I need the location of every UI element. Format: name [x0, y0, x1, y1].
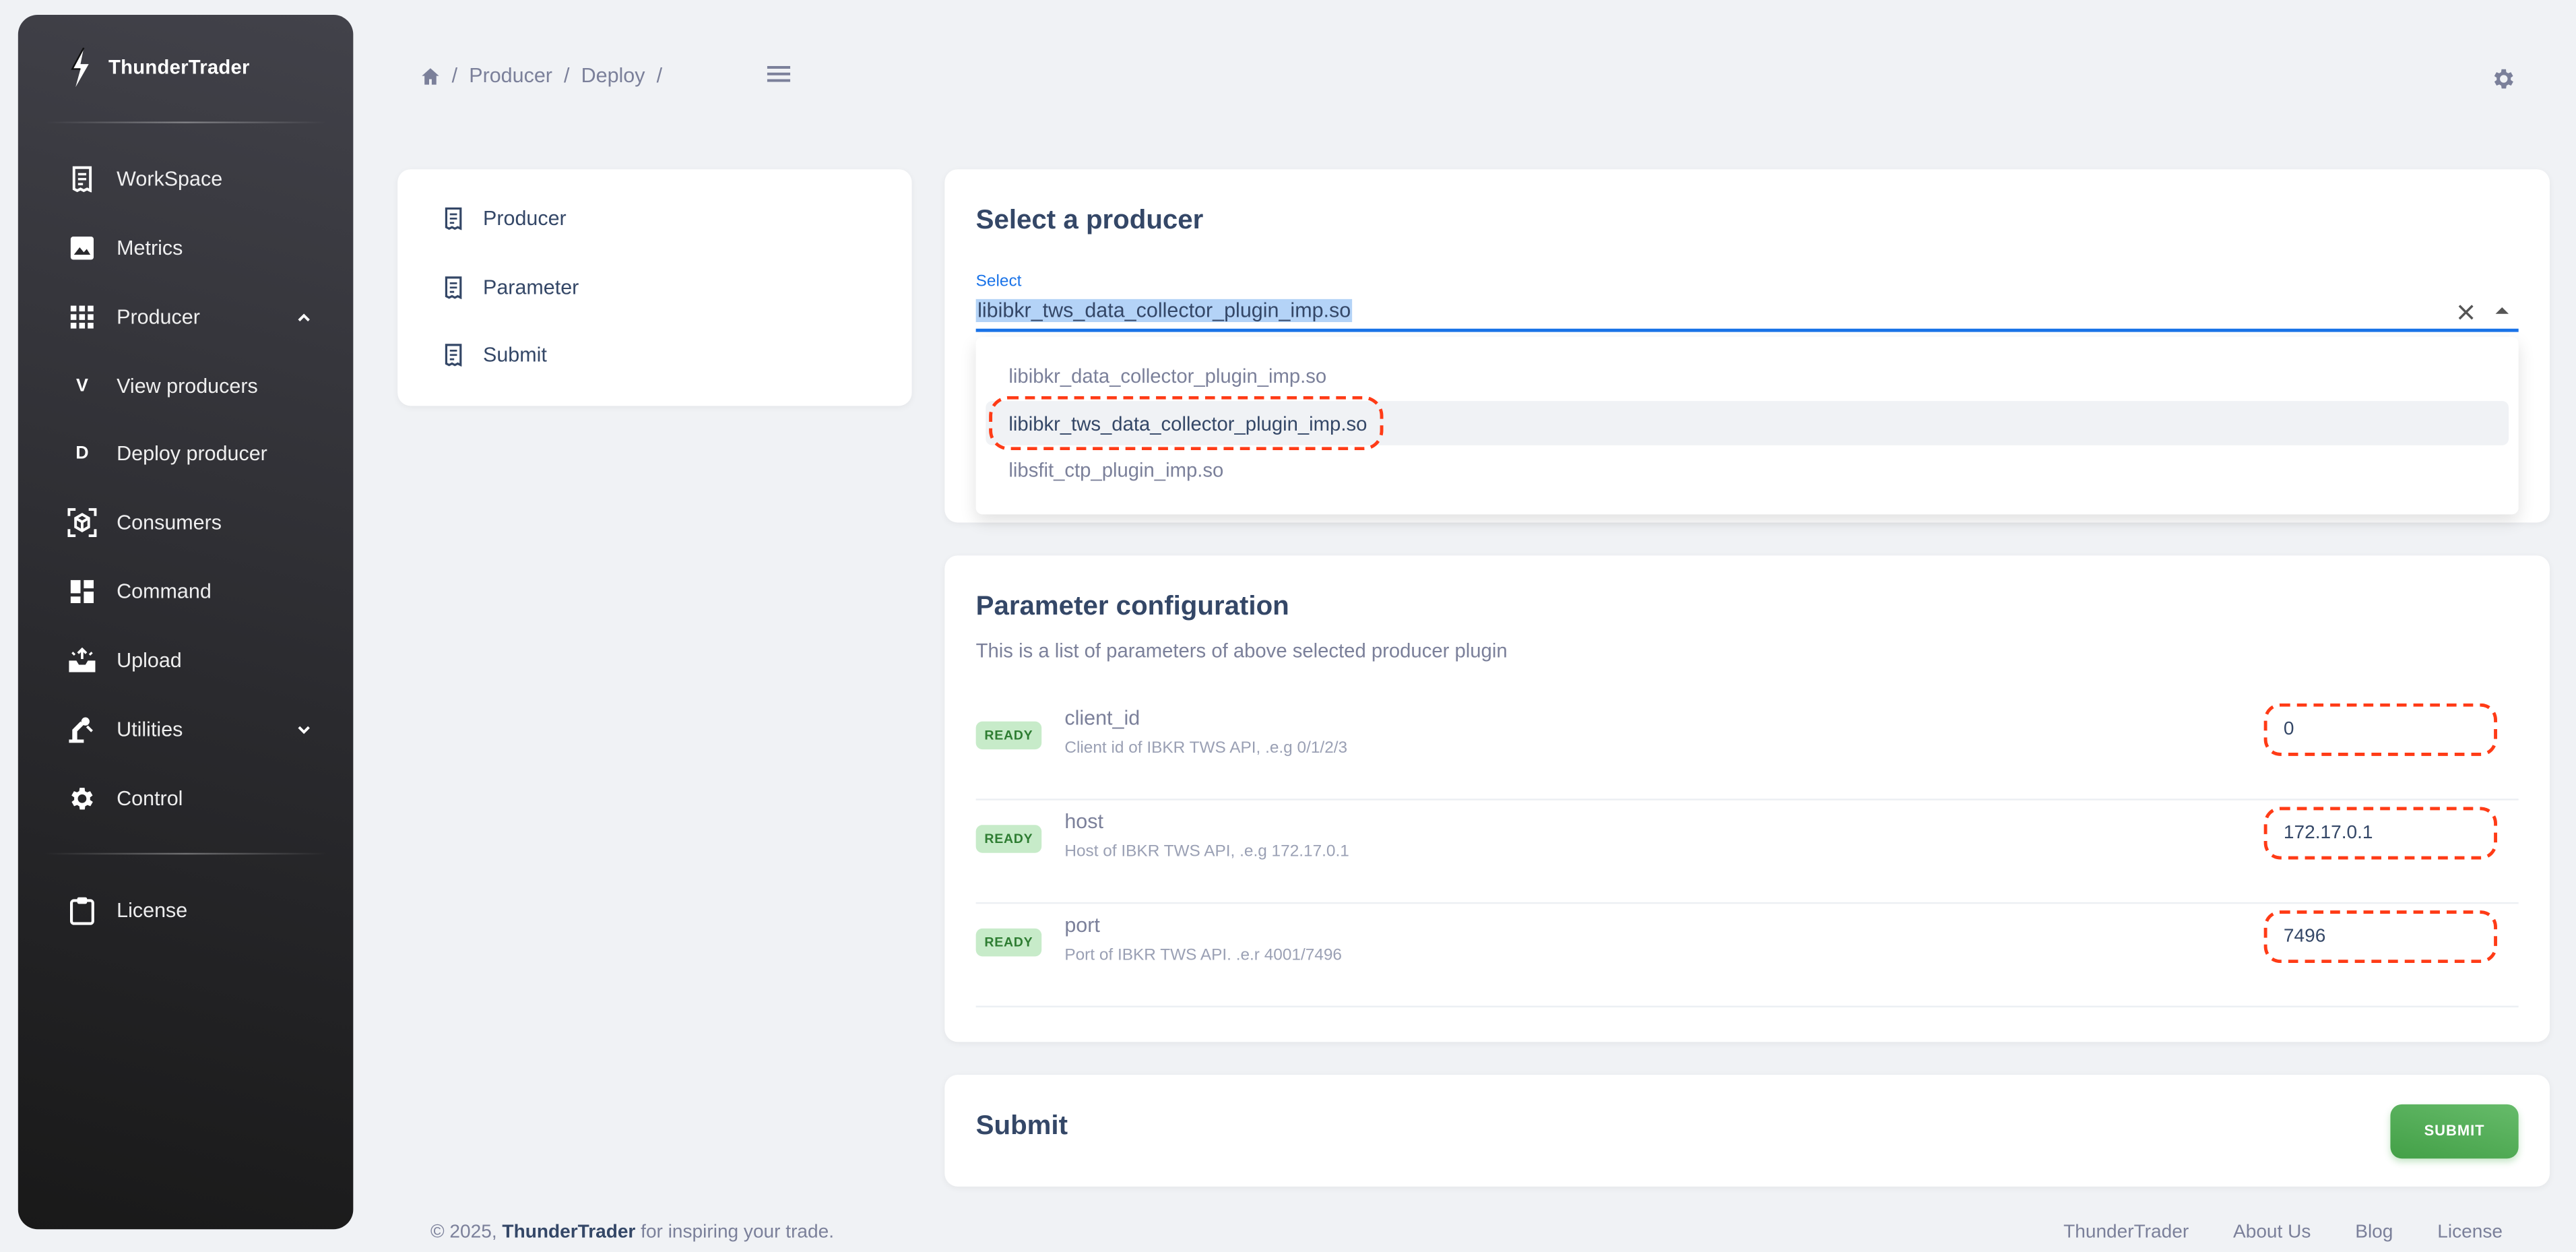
- footer-link-blog[interactable]: Blog: [2355, 1222, 2393, 1242]
- footer-link-thundertrader[interactable]: ThunderTrader: [2063, 1222, 2189, 1242]
- step-submit[interactable]: Submit: [442, 338, 547, 371]
- breadcrumb-item-deploy[interactable]: Deploy: [581, 64, 645, 87]
- status-badge: READY: [975, 721, 1042, 750]
- breadcrumb-separator: /: [564, 64, 570, 88]
- param-row-port: READY port Port of IBKR TWS API. .e.r 40…: [975, 904, 2519, 1007]
- footer-link-about-us[interactable]: About Us: [2233, 1222, 2311, 1242]
- footer-copyright: © 2025, ThunderTrader for inspiring your…: [430, 1222, 834, 1242]
- param-description: Client id of IBKR TWS API, .e.g 0/1/2/3: [1064, 739, 1348, 758]
- sidebar-item-view-producers[interactable]: V View producers: [67, 363, 314, 409]
- param-description: Port of IBKR TWS API. .e.r 4001/7496: [1064, 946, 1343, 965]
- receipt-icon: [445, 276, 462, 299]
- producer-select[interactable]: libibkr_tws_data_collector_plugin_imp.so: [975, 294, 2519, 332]
- select-label: Select: [975, 272, 1022, 291]
- receipt-icon: [445, 207, 462, 230]
- breadcrumb-item-producer[interactable]: Producer: [469, 64, 552, 87]
- footer-links: ThunderTrader About Us Blog License: [2063, 1222, 2503, 1242]
- sidebar: ThunderTrader WorkSpace Metrics Producer…: [18, 14, 354, 1230]
- status-badge: READY: [975, 825, 1042, 853]
- status-badge: READY: [975, 928, 1042, 957]
- settings-icon[interactable]: [2490, 66, 2517, 92]
- step-label: Submit: [483, 343, 547, 367]
- footer-brand[interactable]: ThunderTrader: [502, 1222, 635, 1242]
- sidebar-divider: [44, 121, 327, 123]
- precision-tool-icon: [67, 715, 97, 745]
- param-name: host: [1064, 810, 1103, 834]
- sidebar-item-consumers[interactable]: Consumers: [67, 499, 314, 545]
- step-label: Parameter: [483, 276, 579, 299]
- card-title: Parameter configuration: [975, 591, 1289, 621]
- clipboard-icon: [67, 896, 97, 925]
- nav-letter-badge: D: [75, 443, 89, 464]
- steps-card: Producer Parameter Submit: [397, 169, 912, 406]
- gear-icon: [67, 784, 97, 813]
- receipt-icon: [67, 164, 97, 194]
- inbox-upload-icon: [67, 646, 97, 675]
- sidebar-item-label: Utilities: [117, 718, 183, 741]
- sidebar-item-label: Deploy producer: [117, 442, 267, 466]
- sidebar-item-utilities[interactable]: Utilities: [67, 707, 314, 753]
- receipt-icon: [445, 344, 462, 367]
- sidebar-item-upload[interactable]: Upload: [67, 637, 314, 683]
- nav-letter-badge: V: [75, 376, 88, 396]
- caret-up-icon[interactable]: [2494, 304, 2510, 317]
- chevron-up-icon[interactable]: [294, 307, 314, 327]
- param-row-client-id: READY client_id Client id of IBKR TWS AP…: [975, 697, 2519, 801]
- sidebar-item-control[interactable]: Control: [67, 776, 314, 821]
- client-id-input[interactable]: 0: [2263, 703, 2497, 756]
- step-parameter[interactable]: Parameter: [442, 271, 579, 304]
- sidebar-item-label: Upload: [117, 649, 182, 672]
- sidebar-item-label: Consumers: [117, 511, 222, 534]
- sidebar-item-license[interactable]: License: [67, 887, 314, 933]
- brand-name: ThunderTrader: [108, 55, 250, 80]
- home-icon[interactable]: [420, 67, 440, 85]
- sidebar-item-label: License: [117, 899, 188, 922]
- submit-button[interactable]: SUBMIT: [2390, 1104, 2519, 1159]
- footer-suffix: for inspiring your trade.: [641, 1222, 835, 1243]
- card-title: Submit: [975, 1110, 1068, 1141]
- dropdown-option[interactable]: libsfit_ctp_plugin_imp.so: [986, 447, 2509, 491]
- parameter-card: Parameter configuration This is a list o…: [944, 555, 2550, 1042]
- sidebar-item-label: Producer: [117, 305, 200, 329]
- breadcrumb-separator: /: [656, 64, 663, 88]
- submit-card: Submit SUBMIT: [944, 1074, 2550, 1187]
- view-in-ar-icon: [67, 508, 97, 538]
- sidebar-item-label: WorkSpace: [117, 167, 223, 191]
- param-description: Host of IBKR TWS API, .e.g 172.17.0.1: [1064, 843, 1349, 861]
- thunder-logo-icon: [71, 47, 89, 88]
- option-highlight-outline: [989, 396, 1384, 451]
- step-producer[interactable]: Producer: [442, 202, 567, 235]
- sidebar-item-label: View producers: [117, 375, 258, 398]
- sidebar-item-label: Metrics: [117, 237, 183, 260]
- sidebar-item-workspace[interactable]: WorkSpace: [67, 156, 314, 202]
- sidebar-item-command[interactable]: Command: [67, 569, 314, 615]
- image-icon: [67, 233, 97, 263]
- apps-grid-icon: [67, 303, 97, 332]
- select-value[interactable]: libibkr_tws_data_collector_plugin_imp.so: [975, 299, 1353, 323]
- sidebar-item-metrics[interactable]: Metrics: [67, 225, 314, 271]
- card-title: Select a producer: [975, 205, 1204, 235]
- param-name: port: [1064, 913, 1100, 937]
- sidebar-item-deploy-producer[interactable]: D Deploy producer: [67, 431, 314, 476]
- brand[interactable]: ThunderTrader: [67, 47, 250, 88]
- dropdown-option[interactable]: libibkr_data_collector_plugin_imp.so: [986, 353, 2509, 398]
- card-subtitle: This is a list of parameters of above se…: [975, 639, 1508, 662]
- footer-prefix: © 2025,: [430, 1222, 497, 1243]
- dashboard-icon: [67, 577, 97, 606]
- close-icon[interactable]: [2456, 303, 2476, 322]
- chevron-down-icon[interactable]: [294, 720, 314, 739]
- host-input[interactable]: 172.17.0.1: [2263, 807, 2497, 860]
- sidebar-item-producer[interactable]: Producer: [67, 294, 314, 340]
- port-input[interactable]: 7496: [2263, 910, 2497, 964]
- sidebar-item-label: Command: [117, 580, 212, 604]
- param-row-host: READY host Host of IBKR TWS API, .e.g 17…: [975, 801, 2519, 904]
- menu-icon[interactable]: [765, 63, 792, 86]
- breadcrumb-separator: /: [451, 64, 458, 88]
- step-label: Producer: [483, 207, 567, 230]
- breadcrumb: / Producer / Deploy /: [420, 64, 674, 87]
- sidebar-divider: [44, 852, 327, 855]
- param-name: client_id: [1064, 706, 1140, 730]
- footer-link-license[interactable]: License: [2437, 1222, 2503, 1242]
- sidebar-item-label: Control: [117, 787, 183, 811]
